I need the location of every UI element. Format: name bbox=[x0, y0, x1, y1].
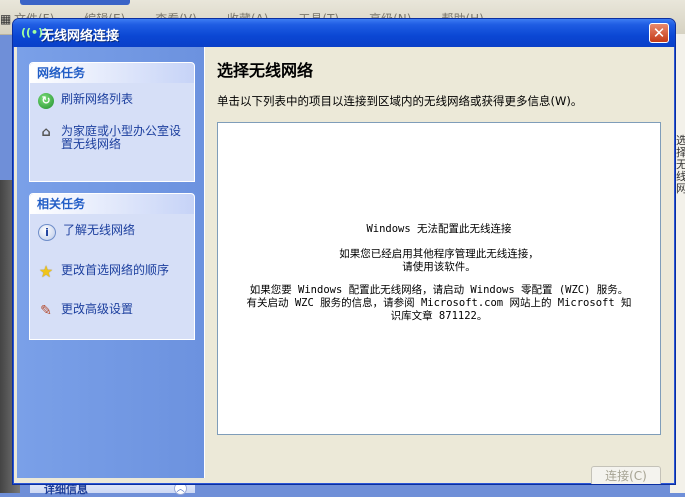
background-app-titlebar bbox=[20, 0, 130, 5]
task-pane: 网络任务 ↻ 刷新网络列表 ⌂ 为家庭或小型办公室设置无线网络 相关任务 i 了… bbox=[17, 47, 204, 478]
setup-home-network-link[interactable]: ⌂ 为家庭或小型办公室设置无线网络 bbox=[30, 125, 194, 151]
learn-wireless-link[interactable]: i 了解无线网络 bbox=[30, 224, 194, 241]
wrench-icon: ✎ bbox=[40, 303, 52, 319]
background-side-text: 选择无线网 bbox=[676, 134, 685, 195]
status-message: 如果您要 Windows 配置此无线网络，请启动 Windows 零配置 (WZ… bbox=[249, 284, 629, 296]
status-message: 请使用该软件。 bbox=[402, 261, 476, 273]
change-preferred-order-link[interactable]: ★ 更改首选网络的顺序 bbox=[30, 264, 194, 280]
task-label: 更改高级设置 bbox=[61, 302, 134, 316]
connect-button[interactable]: 连接(C) bbox=[591, 466, 661, 484]
network-list[interactable]: Windows 无法配置此无线连接 如果您已经启用其他程序管理此无线连接， 请使… bbox=[217, 122, 661, 435]
window-title: 无线网络连接 bbox=[41, 29, 120, 44]
wireless-icon: ((•)) bbox=[21, 26, 49, 39]
change-advanced-settings-link[interactable]: ✎ 更改高级设置 bbox=[30, 302, 194, 320]
status-message: Windows 无法配置此无线连接 bbox=[366, 223, 512, 235]
status-message: 识库文章 871122。 bbox=[390, 310, 488, 322]
task-label: 为家庭或小型办公室设置无线网络 bbox=[61, 124, 182, 151]
related-tasks-group: 相关任务 i 了解无线网络 ★ 更改首选网络的顺序 ✎ 更改高级设置 bbox=[29, 193, 195, 340]
status-message: 有关启动 WZC 服务的信息，请参阅 Microsoft.com 网站上的 Mi… bbox=[246, 297, 632, 309]
status-message: 如果您已经启用其他程序管理此无线连接， bbox=[339, 248, 539, 260]
home-network-icon: ⌂ bbox=[41, 125, 51, 140]
task-label: 更改首选网络的顺序 bbox=[61, 263, 170, 277]
network-tasks-group: 网络任务 ↻ 刷新网络列表 ⌂ 为家庭或小型办公室设置无线网络 bbox=[29, 62, 195, 182]
refresh-icon: ↻ bbox=[38, 93, 54, 109]
page-title: 选择无线网络 bbox=[217, 61, 314, 80]
wireless-network-dialog: ((•)) 无线网络连接 ✕ 网络任务 ↻ 刷新网络列表 ⌂ 为家庭或小型办公室… bbox=[12, 18, 676, 485]
task-label: 了解无线网络 bbox=[63, 223, 136, 237]
title-bar[interactable]: ((•)) 无线网络连接 ✕ bbox=[13, 19, 675, 47]
refresh-network-list-link[interactable]: ↻ 刷新网络列表 bbox=[30, 93, 194, 109]
star-icon: ★ bbox=[38, 262, 54, 281]
main-content: 选择无线网络 单击以下列表中的项目以连接到区域内的无线网络或获得更多信息(W)。… bbox=[204, 47, 672, 484]
grid-icon: ▦ bbox=[0, 12, 12, 26]
close-button[interactable]: ✕ bbox=[649, 23, 669, 43]
info-icon: i bbox=[38, 224, 56, 241]
related-tasks-header: 相关任务 bbox=[30, 194, 194, 214]
network-tasks-header: 网络任务 bbox=[30, 63, 194, 83]
task-label: 刷新网络列表 bbox=[61, 92, 134, 106]
instruction-text: 单击以下列表中的项目以连接到区域内的无线网络或获得更多信息(W)。 bbox=[217, 94, 583, 108]
